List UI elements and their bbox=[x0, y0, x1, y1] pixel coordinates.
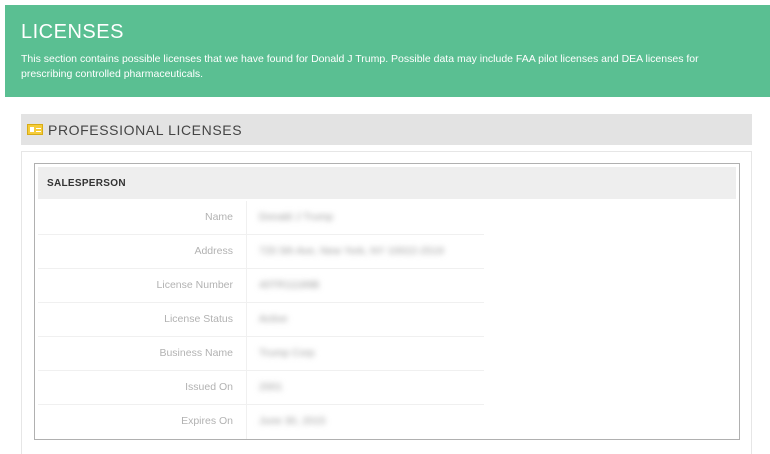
page-title: LICENSES bbox=[21, 21, 124, 43]
row-value: Trump Corp bbox=[259, 347, 315, 359]
licenses-page: LICENSES This section contains possible … bbox=[0, 0, 770, 454]
section-title: PROFESSIONAL LICENSES bbox=[48, 121, 243, 138]
license-row-address: Address 725 5th Ave, New York, NY 10022-… bbox=[38, 235, 484, 269]
license-row-expires-on: Expires On June 30, 2015 bbox=[38, 405, 484, 439]
row-label: Expires On bbox=[181, 415, 233, 427]
section-description: This section contains possible licenses … bbox=[21, 53, 699, 80]
row-value: June 30, 2015 bbox=[259, 415, 326, 427]
license-details-table: Name Donald J Trump Address 725 5th Ave,… bbox=[38, 201, 484, 439]
row-label: License Number bbox=[156, 279, 233, 291]
row-label: Address bbox=[194, 245, 233, 257]
professional-licenses-section-header: PROFESSIONAL LICENSES bbox=[21, 114, 752, 145]
row-label: Issued On bbox=[185, 381, 233, 393]
licenses-header-banner: LICENSES This section contains possible … bbox=[5, 5, 770, 97]
row-value: Active bbox=[259, 313, 288, 325]
row-value: 2001 bbox=[259, 381, 283, 393]
license-card: SALESPERSON Name Donald J Trump Address … bbox=[34, 163, 740, 440]
license-row-name: Name Donald J Trump bbox=[38, 201, 484, 235]
id-card-icon bbox=[27, 124, 43, 135]
row-label: Name bbox=[204, 211, 233, 223]
row-value: 40TR11189B bbox=[259, 279, 320, 291]
row-value: Donald J Trump bbox=[259, 211, 334, 223]
row-value: 725 5th Ave, New York, NY 10022-2519 bbox=[259, 245, 444, 257]
license-type-title: SALESPERSON bbox=[38, 167, 736, 199]
license-row-license-status: License Status Active bbox=[38, 303, 484, 337]
row-label: Business Name bbox=[159, 347, 233, 359]
license-row-issued-on: Issued On 2001 bbox=[38, 371, 484, 405]
row-label: License Status bbox=[164, 313, 233, 325]
license-row-business-name: Business Name Trump Corp bbox=[38, 337, 484, 371]
license-row-license-number: License Number 40TR11189B bbox=[38, 269, 484, 303]
